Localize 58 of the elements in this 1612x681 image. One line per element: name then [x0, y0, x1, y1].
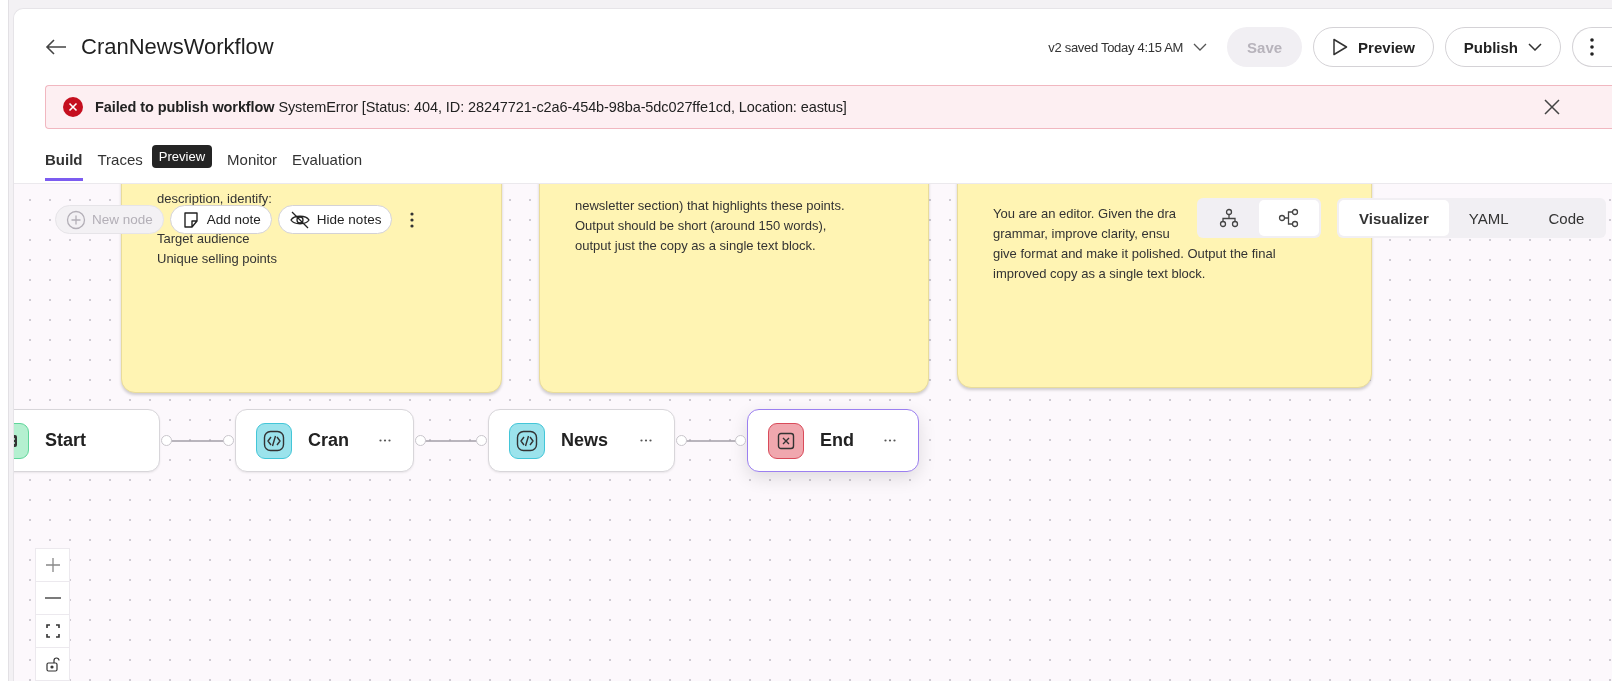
node-menu-icon[interactable]	[640, 439, 652, 442]
back-arrow-icon[interactable]	[45, 39, 67, 55]
note-text: description, identify:	[157, 190, 272, 208]
workflow-node[interactable]: End	[747, 409, 919, 472]
more-vertical-icon	[1590, 38, 1594, 56]
input-port[interactable]	[735, 435, 746, 446]
play-icon	[1332, 38, 1349, 56]
version-dropdown[interactable]: v2 saved Today 4:15 AM	[1048, 39, 1208, 55]
node-menu-icon[interactable]	[379, 439, 391, 442]
node-label: End	[820, 430, 854, 451]
hide-notes-button[interactable]: Hide notes	[277, 205, 393, 234]
plus-icon	[44, 557, 61, 573]
note-text: Output should be short (around 150 words),	[575, 217, 827, 235]
workflow-node[interactable]: Cran	[235, 409, 414, 472]
tab[interactable]: Build	[45, 137, 83, 181]
preview-badge: Preview	[151, 144, 213, 168]
workflow-node[interactable]: News	[488, 409, 675, 472]
tab[interactable]: Monitor	[227, 137, 278, 181]
error-icon	[63, 97, 83, 117]
tab[interactable]: Traces	[97, 137, 143, 181]
chevron-down-icon	[1193, 43, 1208, 51]
note-text: output just the copy as a single text block.	[575, 237, 816, 255]
code-node-icon	[256, 422, 292, 459]
chevron-down-icon	[1528, 43, 1542, 51]
note-text: newsletter section) that highlights these points.	[575, 197, 845, 215]
add-note-button[interactable]: Add note	[169, 205, 272, 234]
input-port[interactable]	[476, 435, 487, 446]
note-text: Unique selling points	[157, 250, 277, 268]
plus-circle-icon	[66, 209, 86, 230]
preview-button[interactable]: Preview	[1313, 27, 1434, 67]
node-label: News	[561, 430, 609, 451]
node-label: Start	[45, 430, 86, 451]
more-options-icon[interactable]	[410, 211, 415, 228]
tree-icon	[1219, 208, 1239, 228]
lock-icon	[45, 656, 60, 672]
minus-icon	[44, 597, 61, 599]
node-menu-icon[interactable]	[884, 439, 896, 442]
workflow-title: CranNewsWorkflow	[81, 34, 274, 60]
branch-icon	[1278, 208, 1300, 228]
note-text: improved copy as a single text block.	[993, 265, 1206, 283]
error-message: Failed to publish workflow SystemError [Status: 404, ID: 28247721-c2a6-454b-98ba-5dc027ffe1cd, Location: eastus]	[95, 99, 847, 115]
view-tab[interactable]: Visualizer	[1339, 200, 1449, 236]
end-node-icon	[768, 422, 804, 459]
publish-button[interactable]: Publish	[1444, 27, 1561, 67]
close-icon[interactable]	[1544, 99, 1560, 115]
code-node-icon	[509, 422, 545, 459]
horizontal-layout-button[interactable]	[1259, 200, 1319, 236]
sticky-note[interactable]: newsletter section) that highlights these points. Output should be short (around 150 words), output just the copy as a single text block.	[539, 184, 929, 393]
fit-view-icon	[45, 624, 60, 638]
node-label: Cran	[308, 430, 349, 451]
tab[interactable]: Evaluation	[292, 137, 363, 181]
eye-off-icon	[288, 209, 311, 230]
input-port[interactable]	[223, 435, 234, 446]
workflow-node[interactable]: Start	[14, 409, 160, 472]
note-text: give format and make it polished. Output the final	[993, 245, 1276, 263]
more-button[interactable]	[1572, 27, 1612, 67]
note-text: You are an editor. Given the dra	[993, 205, 1177, 223]
note-text: grammar, improve clarity, ensu	[993, 225, 1170, 243]
